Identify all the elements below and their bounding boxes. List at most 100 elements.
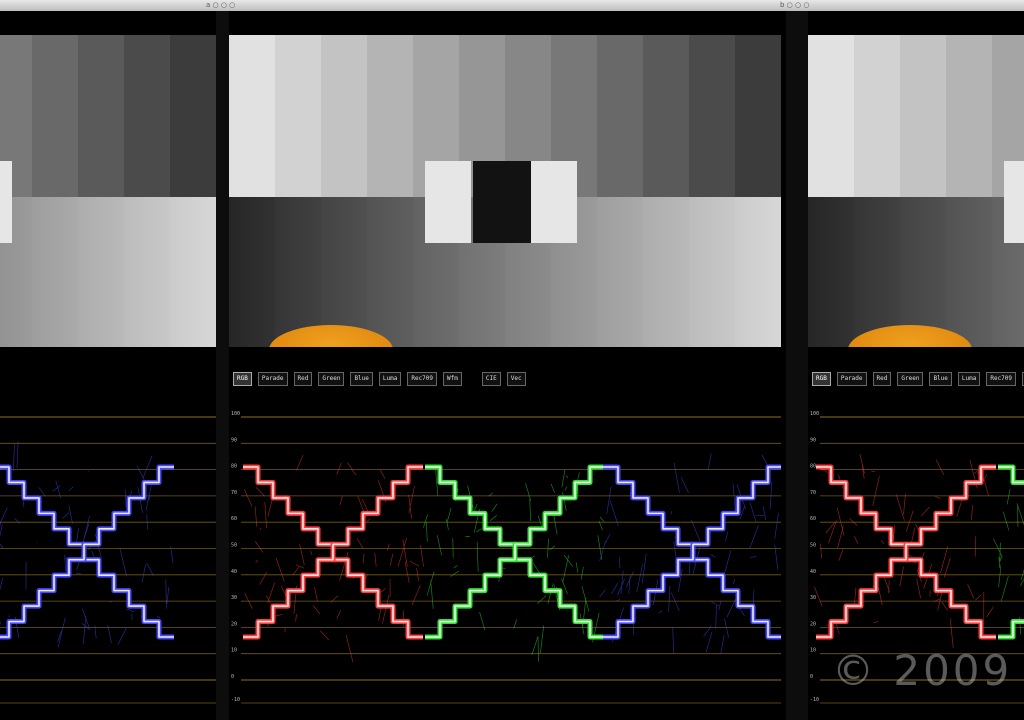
scope-tab-luma[interactable]: Luma	[379, 372, 401, 386]
grey-step-chip	[946, 35, 992, 197]
scale-label: 20	[810, 621, 816, 627]
waveform-scope: 1009080706050403020100-10	[0, 397, 216, 720]
scope-tab-rgb[interactable]: RGB	[233, 372, 252, 386]
scope-tab-wfm[interactable]: Wfm	[443, 372, 462, 386]
scale-label: 10	[810, 648, 816, 654]
scope-tab-blue[interactable]: Blue	[350, 372, 372, 386]
scale-label: 70	[810, 490, 816, 496]
trace-staircase-core	[816, 467, 996, 637]
scale-label: 80	[231, 464, 237, 470]
grey-step-chip	[78, 35, 124, 197]
center-patch-left	[1004, 161, 1024, 243]
video-viewer[interactable]	[0, 35, 216, 347]
center-patch-right	[0, 161, 12, 243]
panel-left: RGBParadeRedGreenBlueLumaRec709WfmCIEVec…	[0, 11, 216, 720]
panel-center: RGB Parade Red Green Blue Luma Rec709 Wfm CIE Vec…	[229, 11, 786, 720]
grey-step-chip	[78, 197, 124, 347]
scale-label: 100	[810, 411, 819, 417]
grey-step-chip	[735, 197, 781, 347]
grey-step-chip	[367, 197, 413, 347]
scope-tab-red[interactable]: Red	[873, 372, 892, 386]
grey-step-chip	[124, 35, 170, 197]
scope-tab-rec709[interactable]: Rec709	[407, 372, 437, 386]
video-viewer[interactable]	[229, 35, 781, 347]
scope-tab-vec[interactable]: Vec	[507, 372, 526, 386]
trace-staircase-core	[998, 467, 1024, 637]
scope-tab-red[interactable]: Red	[294, 372, 313, 386]
scope-tab-rec709[interactable]: Rec709	[986, 372, 1016, 386]
panel-divider	[786, 11, 808, 720]
scale-label: 80	[810, 464, 816, 470]
scope-tab-luma[interactable]: Luma	[958, 372, 980, 386]
scope-tab-rgb[interactable]: RGB	[812, 372, 831, 386]
grey-step-chip	[808, 197, 854, 347]
waveform-plot: 1009080706050403020100-10	[229, 397, 781, 720]
trace-staircase	[998, 467, 1024, 637]
scale-label: 40	[231, 569, 237, 575]
grey-step-chip	[643, 197, 689, 347]
scale-label: -10	[810, 697, 819, 703]
grey-step-chip	[735, 35, 781, 197]
scale-label: 20	[231, 621, 237, 627]
scale-label: 50	[810, 543, 816, 549]
grey-step-row-bottom	[0, 197, 216, 347]
grey-step-chip	[170, 35, 216, 197]
video-viewer[interactable]	[808, 35, 1024, 347]
scale-label: 30	[810, 595, 816, 601]
panel-right-content: RGBParadeRedGreenBlueLumaRec709WfmCIEVec…	[808, 11, 1024, 720]
grey-step-chip	[689, 197, 735, 347]
grey-step-chip	[124, 197, 170, 347]
grey-step-chip	[689, 35, 735, 197]
grey-step-chip	[597, 197, 643, 347]
center-patch-right	[531, 161, 577, 243]
grey-step-chip	[946, 197, 992, 347]
grey-step-chip	[643, 35, 689, 197]
scale-label: 50	[231, 543, 237, 549]
window-title-left: a ○ ○ ○	[206, 0, 235, 10]
scale-label: 10	[231, 648, 237, 654]
scale-label: 0	[231, 674, 234, 680]
grey-step-row-top	[808, 35, 1024, 197]
scale-label: 90	[231, 437, 237, 443]
red-channel-trace	[814, 454, 996, 648]
scale-label: 60	[231, 516, 237, 522]
trace-staircase-core	[243, 467, 423, 637]
grey-step-row-top	[0, 35, 216, 197]
grey-step-chip	[321, 35, 367, 197]
grey-step-chip	[170, 197, 216, 347]
scale-label: 100	[231, 411, 240, 417]
scale-label: 0	[810, 674, 813, 680]
scope-tab-green[interactable]: Green	[897, 372, 923, 386]
scale-label: -10	[231, 697, 240, 703]
grey-step-chip	[229, 35, 275, 197]
panel-left-content: RGBParadeRedGreenBlueLumaRec709WfmCIEVec…	[0, 11, 216, 720]
window-title-right: b ○ ○ ○	[780, 0, 809, 10]
red-channel-trace	[243, 455, 424, 662]
scope-tab-green[interactable]: Green	[318, 372, 344, 386]
scope-tab-cie[interactable]: CIE	[482, 372, 501, 386]
grey-step-chip	[275, 35, 321, 197]
waveform-plot: 1009080706050403020100-10	[0, 397, 216, 720]
grey-step-chip	[854, 35, 900, 197]
grey-step-chip	[808, 35, 854, 197]
center-patch-left	[425, 161, 471, 243]
panel-center-content: RGB Parade Red Green Blue Luma Rec709 Wfm CIE Vec…	[229, 11, 786, 720]
scope-tab-bar: RGB Parade Red Green Blue Luma Rec709 Wfm CIE Vec	[233, 372, 526, 386]
blue-channel-trace	[0, 441, 174, 647]
grey-step-chip	[854, 197, 900, 347]
grey-step-chip	[597, 35, 643, 197]
scope-tab-parade[interactable]: Parade	[258, 372, 288, 386]
grey-step-chip	[32, 197, 78, 347]
grey-step-chip	[229, 197, 275, 347]
trace-staircase	[998, 467, 1024, 637]
green-channel-trace	[993, 451, 1024, 663]
scale-label: 90	[810, 437, 816, 443]
grey-step-chip	[32, 35, 78, 197]
center-patch-middle	[473, 161, 531, 243]
panel-divider	[216, 11, 229, 720]
copyright-watermark: © 2009	[832, 646, 1012, 695]
grey-step-chip	[367, 35, 413, 197]
panel-right: RGBParadeRedGreenBlueLumaRec709WfmCIEVec…	[808, 11, 1024, 720]
scope-tab-blue[interactable]: Blue	[929, 372, 951, 386]
scope-tab-parade[interactable]: Parade	[837, 372, 867, 386]
